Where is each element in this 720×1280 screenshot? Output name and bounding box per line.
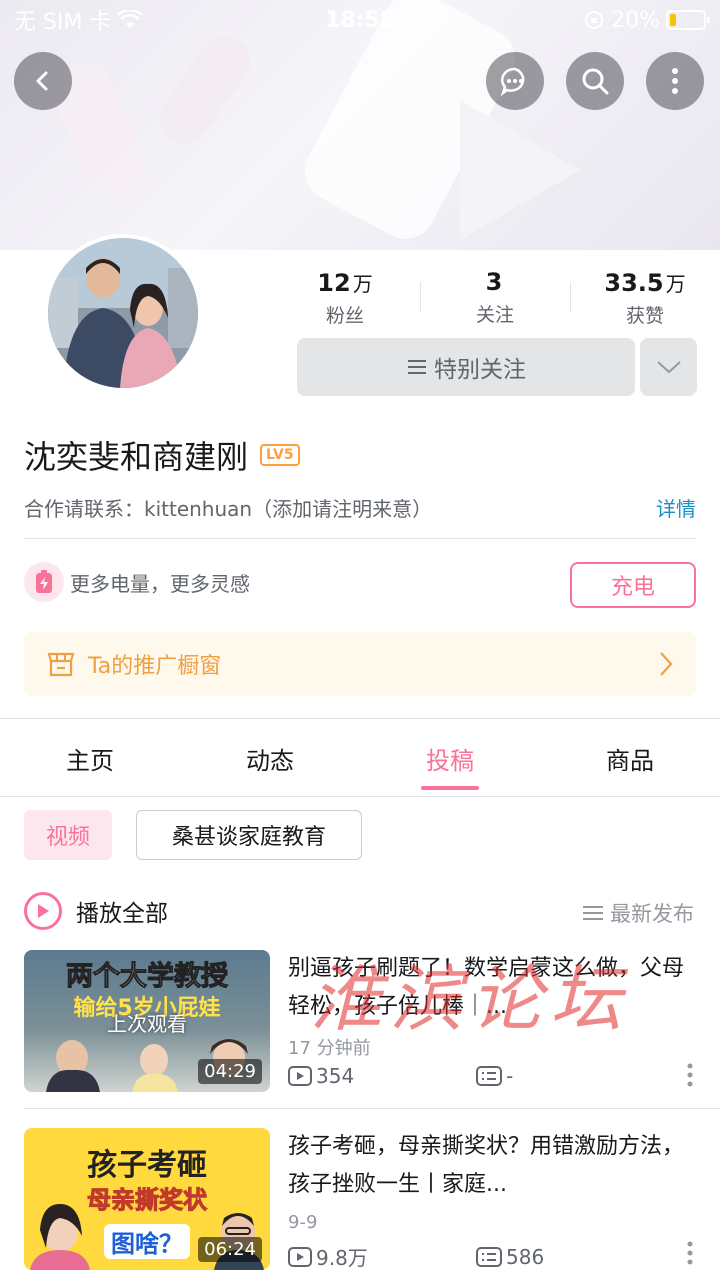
play-all-label: 播放全部 <box>76 901 168 927</box>
battery-icon <box>666 10 710 30</box>
thumb-caption: 图啥？ <box>104 1224 190 1259</box>
video-stats: 9.8万 586 <box>288 1242 696 1271</box>
stat-likes[interactable]: 33.5 万 获赞 <box>570 268 720 328</box>
view-count: 9.8万 <box>288 1242 368 1271</box>
charge-row: 更多电量，更多灵感 <box>24 562 250 602</box>
bio-text: 合作请联系：kittenhuan（添加请注明来意） <box>24 497 433 521</box>
last-watched-label: 上次观看 <box>107 1012 187 1036</box>
wifi-icon <box>117 10 144 28</box>
video-date: 9-9 <box>288 1212 318 1233</box>
video-title[interactable]: 别逼孩子刷题了！数学启蒙这么做，父母轻松，孩子倍儿棒｜... <box>288 950 686 1026</box>
tab-goods[interactable]: 商品 <box>540 720 720 796</box>
video-stats: 354 - <box>288 1064 696 1088</box>
sort-label: 最新发布 <box>610 902 694 926</box>
stat-fans[interactable]: 12 万 粉丝 <box>270 268 420 328</box>
tab-uploads[interactable]: 投稿 <box>360 720 540 796</box>
message-button[interactable] <box>486 52 544 110</box>
views-icon <box>288 1246 312 1267</box>
avatar[interactable] <box>44 234 202 392</box>
video-thumbnail[interactable]: 两个大学教授 输给5岁小屁娃 上次观看 04:29 <box>24 950 270 1092</box>
chevron-down-icon <box>656 361 681 374</box>
back-button[interactable] <box>14 52 72 110</box>
views-value: 354 <box>316 1064 355 1088</box>
special-follow-button[interactable]: 特别关注 <box>297 338 635 396</box>
charge-button[interactable]: 充电 <box>570 562 696 608</box>
follow-label: 特别关注 <box>434 357 526 383</box>
follow-dropdown-button[interactable] <box>640 338 697 396</box>
likes-label: 获赞 <box>625 305 664 327</box>
comments-value: 586 <box>506 1244 545 1269</box>
views-value: 9.8万 <box>316 1246 368 1270</box>
divider <box>24 538 696 539</box>
video-thumbnail[interactable]: 孩子考砸 母亲撕奖状 图啥？ 06:24 <box>24 1128 270 1270</box>
fans-count: 12 <box>317 269 351 297</box>
filter-chip-series[interactable]: 桑甚谈家庭教育 <box>136 810 362 860</box>
stat-following[interactable]: 3 关注 <box>420 268 570 328</box>
divider <box>0 718 720 719</box>
fans-label: 粉丝 <box>325 305 364 327</box>
divider <box>24 1108 720 1109</box>
comments-value: - <box>506 1064 514 1088</box>
carrier-text: 无 SIM 卡 <box>14 10 112 35</box>
video-item[interactable]: 两个大学教授 输给5岁小屁娃 上次观看 04:29 别逼孩子刷题了！数学启蒙这么… <box>24 950 696 1094</box>
sort-icon <box>583 906 603 920</box>
tab-dynamics[interactable]: 动态 <box>180 720 360 796</box>
sort-button[interactable]: 最新发布 <box>582 898 694 928</box>
views-icon <box>288 1066 312 1086</box>
orientation-lock-icon <box>585 11 604 29</box>
shop-window-banner[interactable]: Ta的推广橱窗 <box>24 632 696 696</box>
more-button[interactable] <box>646 52 704 110</box>
comments-icon <box>476 1246 502 1267</box>
battery-charge-icon <box>24 562 64 602</box>
filter-chip-video[interactable]: 视频 <box>24 810 112 860</box>
profile-tabs: 主页 动态 投稿 商品 <box>0 720 720 796</box>
shop-icon <box>47 652 75 677</box>
following-label: 关注 <box>475 304 514 326</box>
play-icon <box>24 892 62 930</box>
play-all-button[interactable]: 播放全部 <box>24 892 168 930</box>
user-name: 沈奕斐和商建刚 <box>24 438 249 476</box>
video-title[interactable]: 孩子考砸，母亲撕奖状？用错激励方法，孩子挫败一生丨家庭... <box>288 1128 686 1204</box>
video-duration: 06:24 <box>198 1237 262 1262</box>
comments-icon <box>476 1066 502 1086</box>
name-row: 沈奕斐和商建刚 LV5 <box>24 432 300 478</box>
following-count: 3 <box>485 268 503 296</box>
avatar-image <box>48 238 198 388</box>
search-icon <box>582 68 609 95</box>
search-button[interactable] <box>566 52 624 110</box>
comment-count: - <box>476 1064 513 1088</box>
back-icon <box>36 71 48 91</box>
menu-icon <box>408 360 426 374</box>
status-bar: 无 SIM 卡 18:58 20% <box>0 0 720 40</box>
shop-window-text: Ta的推广橱窗 <box>88 654 222 679</box>
likes-unit: 万 <box>665 272 686 296</box>
video-date: 17 分钟前 <box>288 1038 371 1059</box>
more-icon <box>672 68 678 94</box>
level-badge: LV5 <box>260 444 300 466</box>
video-item[interactable]: 孩子考砸 母亲撕奖状 图啥？ 06:24 孩子考砸，母亲撕奖状？用错激励方法，孩… <box>24 1128 696 1272</box>
video-duration: 04:29 <box>198 1059 262 1084</box>
tab-home[interactable]: 主页 <box>0 720 180 796</box>
view-count: 354 <box>288 1064 354 1088</box>
more-icon[interactable] <box>686 1062 694 1088</box>
message-icon <box>500 67 525 97</box>
bio-detail-link[interactable]: 详情 <box>656 493 696 522</box>
battery-percent: 20% <box>611 7 660 33</box>
charge-text: 更多电量，更多灵感 <box>70 571 250 596</box>
chevron-right-icon <box>660 652 673 676</box>
more-icon[interactable] <box>686 1240 694 1266</box>
likes-count: 33.5 <box>604 269 664 297</box>
profile-stats: 12 万 粉丝 3 关注 33.5 万 获赞 <box>270 268 720 328</box>
divider <box>0 796 720 797</box>
comment-count: 586 <box>476 1245 544 1269</box>
fans-unit: 万 <box>352 272 373 296</box>
